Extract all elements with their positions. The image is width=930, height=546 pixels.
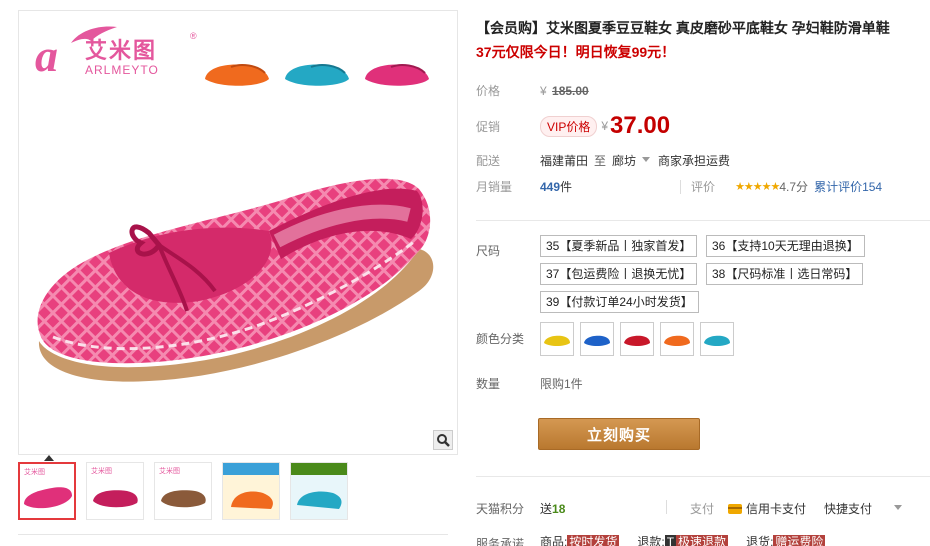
service-item-delivery: 商品: 按时发货	[540, 533, 620, 546]
monthly-sales-unit: 件	[560, 180, 573, 194]
service-item-refund: 退款: T 极速退款	[637, 533, 729, 546]
main-shoe-illustration	[37, 178, 434, 382]
brand-reg-mark: ®	[190, 31, 197, 41]
brand-logo: a 艾米图 ® ARLMEYTO	[35, 25, 205, 85]
size-option-38[interactable]: 38【尺码标准丨选日常码】	[706, 263, 864, 285]
size-option-36[interactable]: 36【支持10天无理由退换】	[706, 235, 865, 257]
promo-price-row: 促销 VIP价格 ¥ 37.00	[476, 112, 670, 140]
magnifier-icon	[437, 434, 450, 447]
review-label: 评价	[691, 180, 716, 194]
main-product-image[interactable]: a 艾米图 ® ARLMEYTO	[18, 10, 458, 455]
promo-label: 促销	[476, 119, 501, 134]
thumb-logo-text: 艾米图	[24, 469, 45, 476]
section-divider	[476, 476, 930, 477]
points-value: 18	[552, 502, 566, 516]
teal-shoe-icon	[704, 335, 730, 346]
teal-shoe-preview	[285, 64, 349, 86]
rating-score: 4.7分	[779, 180, 809, 194]
product-gallery: a 艾米图 ® ARLMEYTO 艾米图 艾米图 艾米图	[0, 0, 460, 546]
divider	[680, 179, 682, 194]
orange-shoe-preview	[205, 64, 269, 86]
color-swatch-red[interactable]	[620, 322, 654, 356]
quantity-label: 数量	[476, 377, 501, 391]
product-detail-panel: 【会员购】艾米图夏季豆豆鞋女 真皮磨砂平底鞋女 孕妇鞋防滑单鞋 37元仅限今日！…	[476, 0, 930, 546]
size-option-35[interactable]: 35【夏季新品丨独家首发】	[540, 235, 698, 257]
sales-row: 月销量 449 件 评价 ★★★★★ 4.7分 累计评价154	[476, 178, 882, 195]
payment-label: 支付	[690, 502, 715, 516]
service-promises: 商品: 按时发货 退款: T 极速退款 退货: 赠运费险	[540, 533, 826, 546]
shipping-fee: 商家承担运费	[658, 154, 731, 168]
color-label: 颜色分类	[476, 332, 525, 346]
quick-payment[interactable]: 快捷支付	[824, 500, 872, 517]
product-title: 【会员购】艾米图夏季豆豆鞋女 真皮磨砂平底鞋女 孕妇鞋防滑单鞋	[476, 20, 890, 36]
thumbnail-strip: 艾米图 艾米图 艾米图	[18, 462, 438, 524]
color-swatch-yellow[interactable]	[540, 322, 574, 356]
orange-shoe-icon	[664, 335, 690, 346]
yellow-shoe-icon	[544, 335, 570, 346]
chevron-down-icon[interactable]	[894, 505, 902, 510]
ship-to-word: 至	[594, 154, 607, 168]
thumb-promo-teal	[291, 463, 347, 509]
blue-shoe-icon	[584, 335, 610, 346]
thumb-logo-text: 艾米图	[159, 468, 180, 475]
section-divider	[476, 220, 930, 221]
thumbnail-3[interactable]: 艾米图	[154, 462, 212, 520]
credit-card-icon	[728, 503, 742, 514]
brand-name-en: ARLMEYTO	[85, 63, 159, 77]
zoom-button[interactable]	[433, 430, 453, 450]
original-price-row: 价格 ¥ 185.00	[476, 82, 589, 99]
pink-shoe-preview	[365, 64, 429, 86]
shipping-row: 配送 福建莆田 至 廊坊 商家承担运费	[476, 152, 730, 169]
monthly-sales-count: 449	[540, 179, 561, 194]
size-option-39[interactable]: 39【付款订单24小时发货】	[540, 291, 699, 313]
vip-price-badge: VIP价格	[540, 115, 598, 137]
price-label: 价格	[476, 84, 501, 98]
ship-to-select[interactable]: 廊坊	[612, 152, 636, 169]
buy-now-button[interactable]: 立刻购买	[538, 418, 700, 450]
brand-logo-letter: a	[35, 30, 58, 81]
credit-card-payment[interactable]: 信用卡支付	[728, 500, 806, 517]
monthly-sales-label: 月销量	[476, 180, 513, 194]
color-swatch-teal[interactable]	[700, 322, 734, 356]
rating-stars-icon: ★★★★★	[735, 181, 780, 193]
price-panel: 价格 ¥ 185.00 促销 VIP价格 ¥ 37.00 配送 福建莆田 至 廊…	[476, 68, 930, 214]
thumbnail-2[interactable]: 艾米图	[86, 462, 144, 520]
tmall-points-label: 天猫积分	[476, 502, 525, 516]
original-price-value: 185.00	[552, 83, 589, 98]
service-item-return: 退货: 赠运费险	[746, 533, 826, 546]
color-swatch-blue[interactable]	[580, 322, 614, 356]
quantity-limit: 限购1件	[540, 377, 583, 391]
thumbnail-5[interactable]	[290, 462, 348, 520]
chevron-down-icon[interactable]	[642, 157, 651, 162]
size-label: 尺码	[476, 244, 501, 258]
thumb-promo-orange	[223, 463, 279, 509]
divider	[666, 500, 667, 514]
thumb-logo-text: 艾米图	[91, 468, 112, 475]
size-option-37[interactable]: 37【包运费险丨退换无忧】	[540, 263, 698, 285]
currency-symbol: ¥	[601, 119, 609, 133]
active-thumb-indicator	[44, 455, 54, 461]
original-price: ¥ 185.00	[540, 84, 589, 98]
ship-from: 福建莆田	[540, 154, 589, 168]
total-reviews-link[interactable]: 累计评价154	[814, 178, 882, 195]
gallery-divider	[18, 534, 448, 535]
thumbnail-1[interactable]: 艾米图	[18, 462, 76, 520]
tmall-points: 送18	[540, 500, 565, 517]
red-shoe-icon	[624, 335, 650, 346]
brand-name-cn: 艾米图	[85, 38, 158, 63]
currency-symbol: ¥	[540, 83, 547, 98]
color-preview-shoes	[205, 64, 429, 86]
current-price: 37.00	[610, 112, 671, 139]
service-label: 服务承诺	[476, 537, 525, 546]
points-prefix: 送	[540, 502, 553, 516]
credit-card-label: 信用卡支付	[746, 502, 807, 516]
thumbnail-4[interactable]	[222, 462, 280, 520]
promo-text: 37元仅限今日！明日恢复99元！	[476, 44, 676, 60]
color-swatch-orange[interactable]	[660, 322, 694, 356]
shipping-label: 配送	[476, 154, 501, 168]
